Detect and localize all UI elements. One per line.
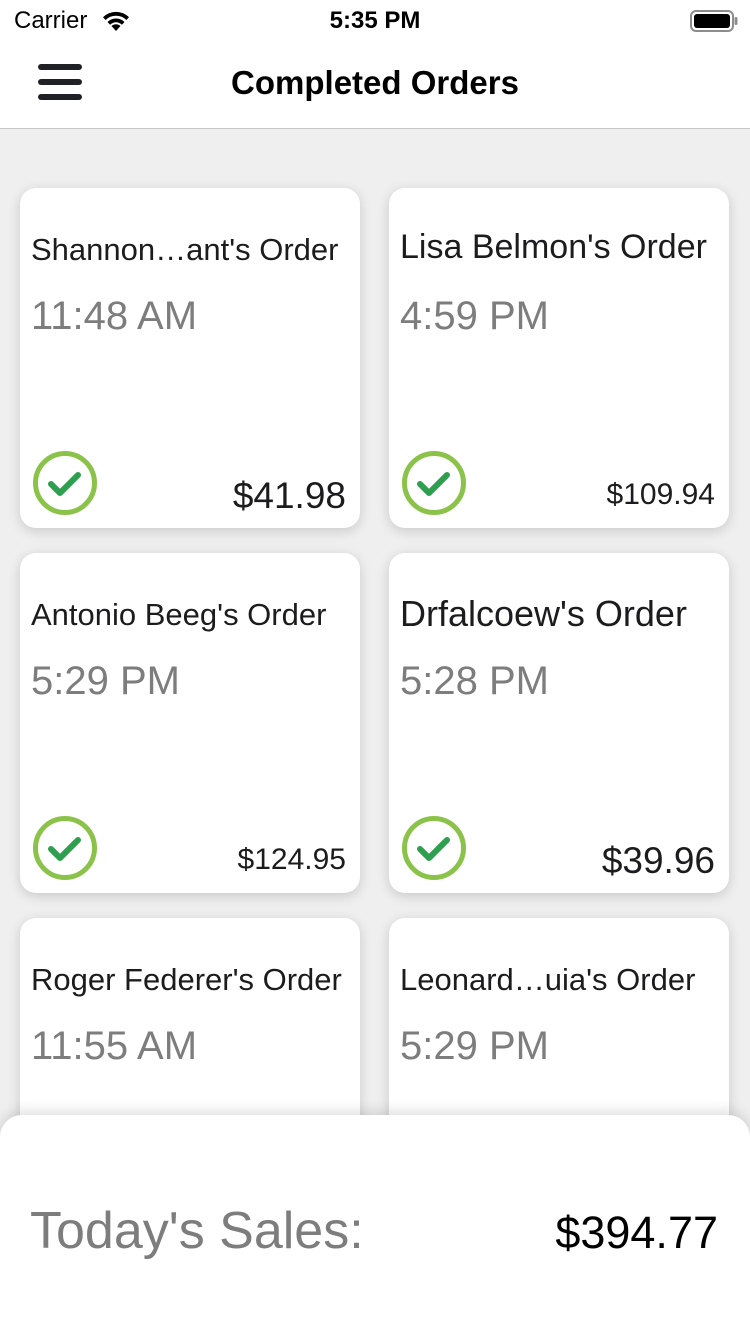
completed-check-icon	[33, 816, 97, 880]
order-name: Shannon…ant's Order	[31, 232, 339, 267]
order-card[interactable]: Shannon…ant's Order 11:48 AM $41.98	[20, 188, 360, 528]
order-name: Roger Federer's Order	[31, 962, 342, 997]
order-card[interactable]: Antonio Beeg's Order 5:29 PM $124.95	[20, 553, 360, 893]
order-name: Antonio Beeg's Order	[31, 597, 327, 632]
order-time: 5:29 PM	[31, 659, 180, 703]
completed-check-icon	[402, 816, 466, 880]
order-name: Drfalcoew's Order	[400, 593, 687, 634]
status-time: 5:35 PM	[329, 7, 421, 34]
order-time: 5:28 PM	[400, 659, 549, 703]
sales-summary-panel: Today's Sales: $394.77	[0, 1115, 750, 1334]
order-name: Leonard…uia's Order	[400, 962, 696, 997]
battery-icon	[690, 10, 738, 32]
order-total: $39.96	[601, 840, 715, 881]
order-card[interactable]: Drfalcoew's Order 5:28 PM $39.96	[389, 553, 729, 893]
order-name: Lisa Belmon's Order	[400, 228, 707, 266]
sales-label: Today's Sales:	[30, 1202, 364, 1260]
page-title: Completed Orders	[231, 64, 519, 101]
sales-total: $394.77	[555, 1207, 718, 1258]
order-total: $124.95	[237, 843, 346, 876]
order-time: 11:48 AM	[31, 294, 198, 338]
completed-check-icon	[402, 451, 466, 515]
order-total: $109.94	[606, 478, 715, 511]
order-time: 5:29 PM	[400, 1024, 549, 1068]
status-bar: Carrier 5:35 PM	[0, 0, 750, 40]
order-card[interactable]: Lisa Belmon's Order 4:59 PM $109.94	[389, 188, 729, 528]
completed-check-icon	[33, 451, 97, 515]
order-time: 11:55 AM	[31, 1024, 198, 1068]
order-time: 4:59 PM	[400, 294, 549, 338]
navigation-bar: Completed Orders	[0, 40, 750, 129]
order-total: $41.98	[232, 475, 346, 516]
